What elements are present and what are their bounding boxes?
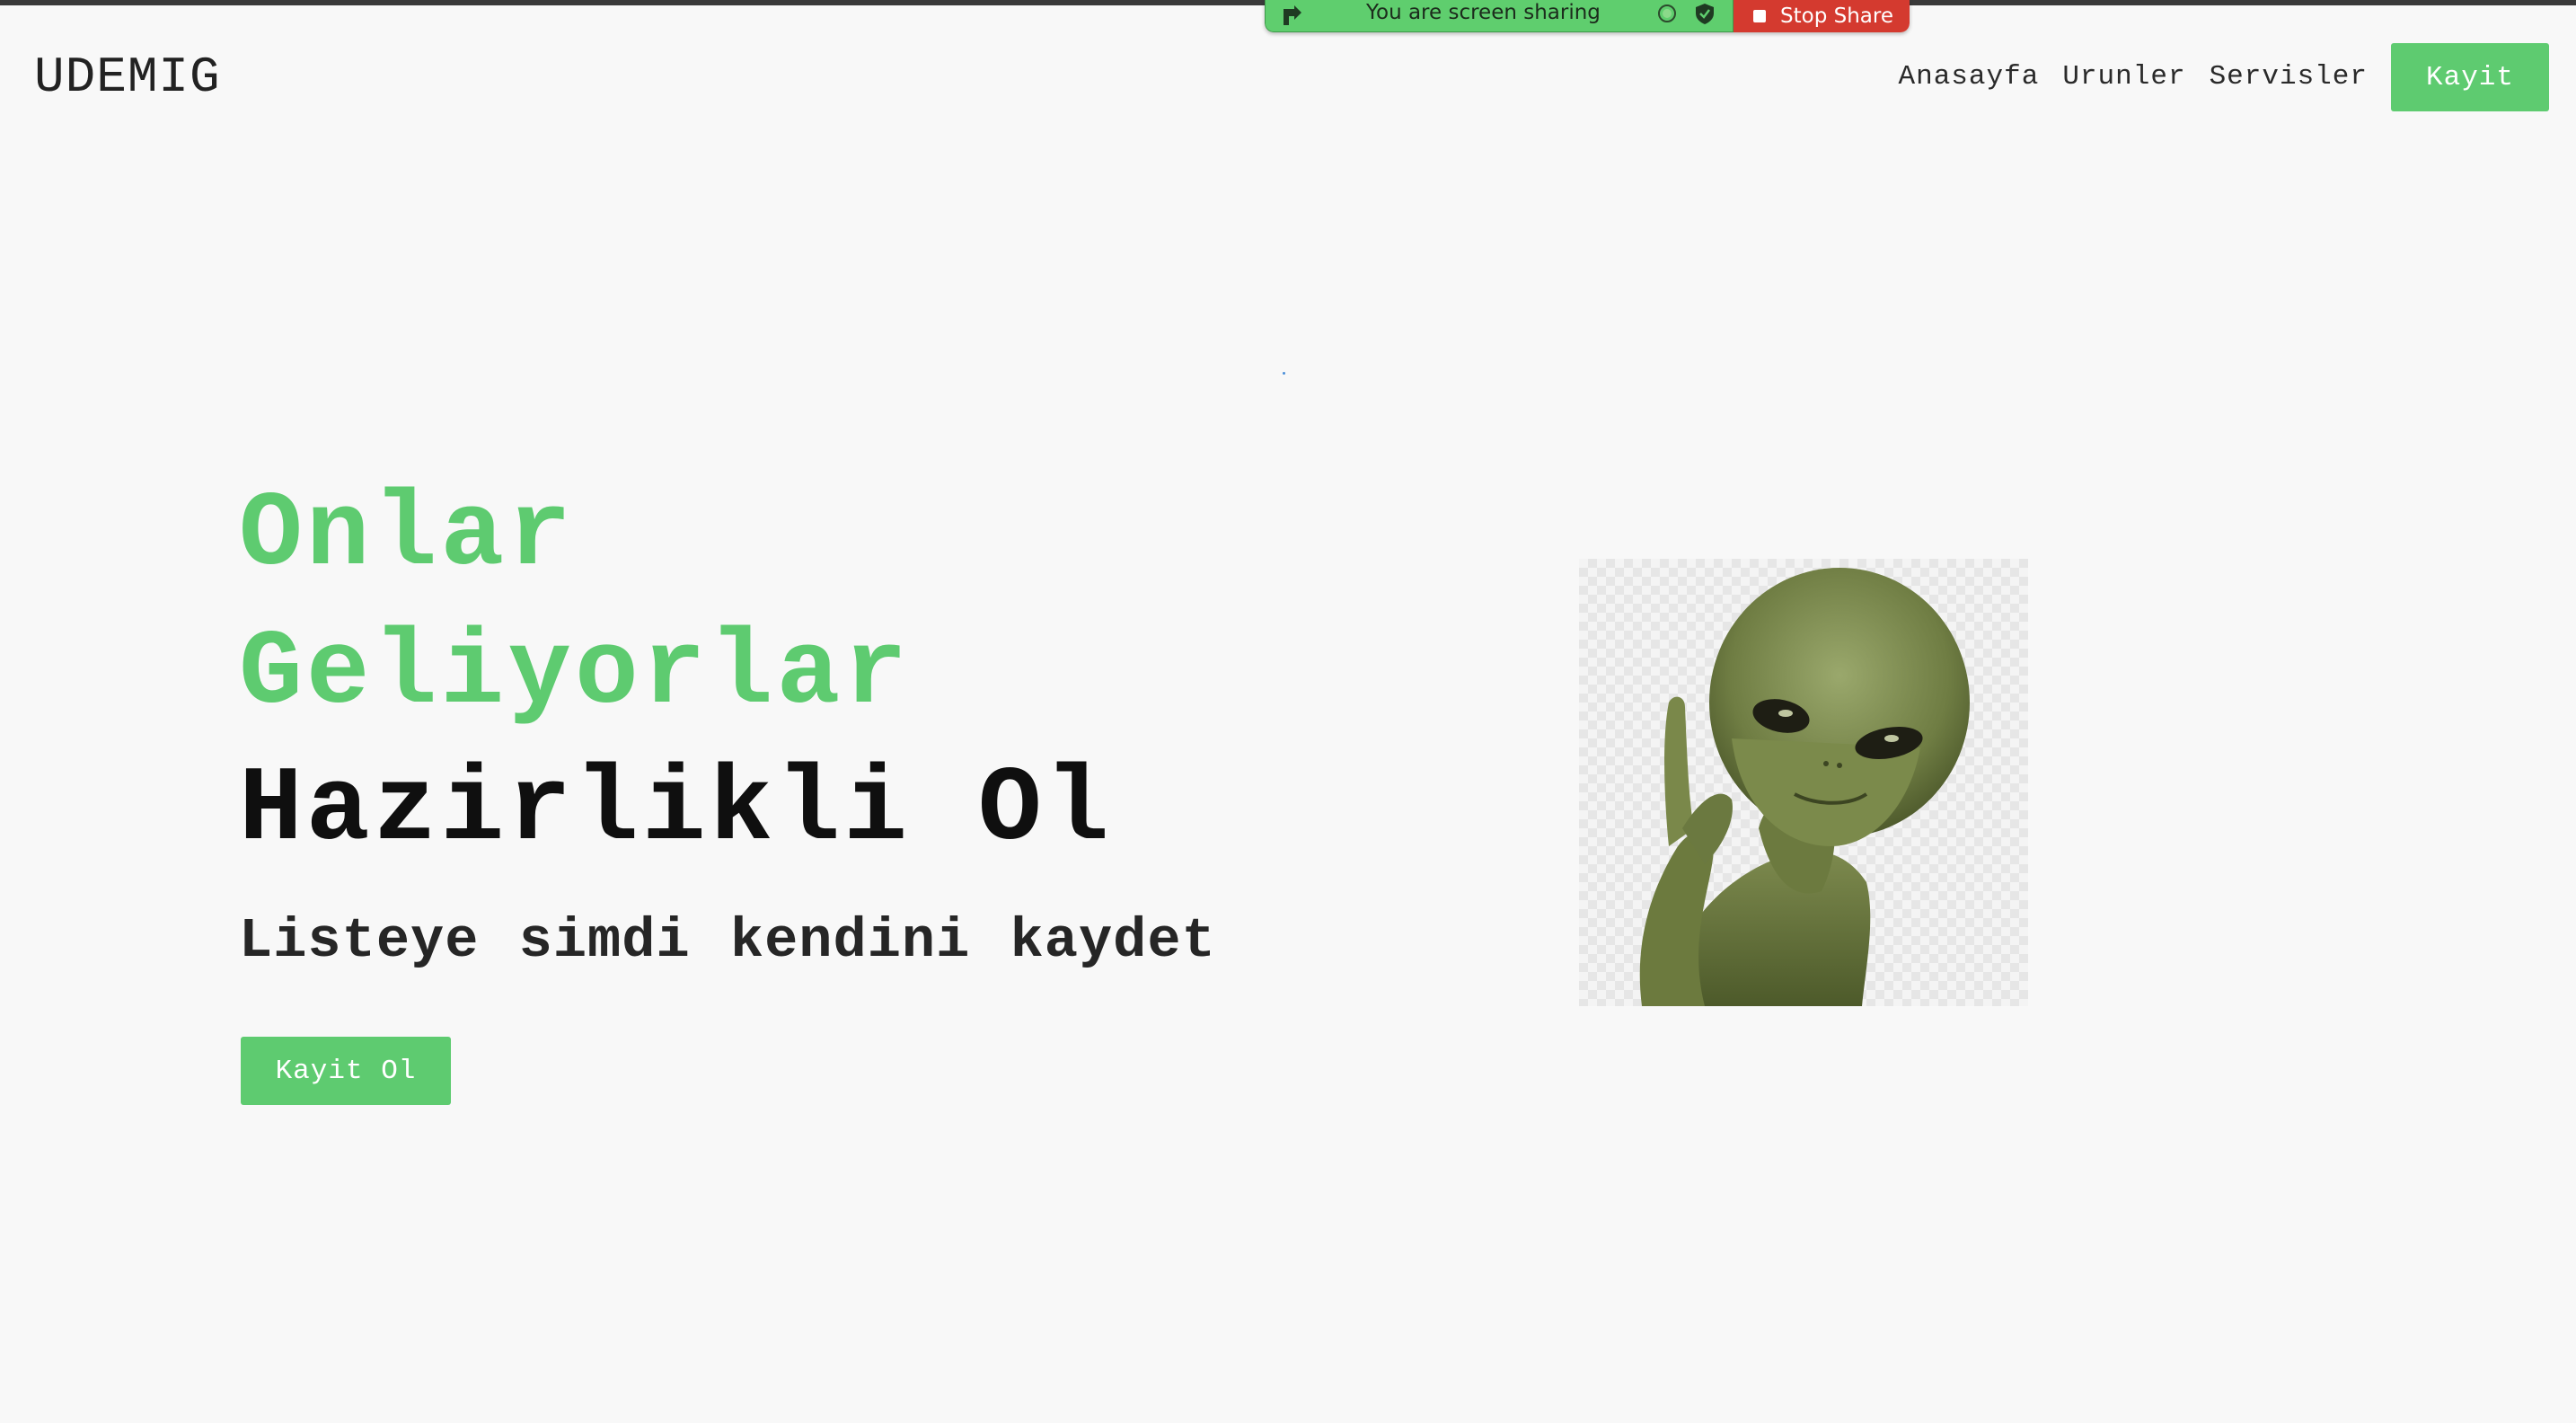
alien-illustration (1639, 568, 1970, 1006)
hero-image (1579, 559, 2028, 1006)
hero-title-line-2: Geliyorlar (239, 614, 912, 734)
site-logo[interactable]: UDEMIG (34, 50, 221, 104)
nav-register-button[interactable]: Kayit (2391, 43, 2549, 111)
nav-link-services[interactable]: Servisler (2210, 43, 2368, 111)
signup-button[interactable]: Kayit Ol (241, 1037, 451, 1105)
hero-title-line-3: Hazirlikli Ol (239, 751, 1113, 871)
nav-link-home[interactable]: Anasayfa (1899, 43, 2040, 111)
nav-link-products[interactable]: Urunler (2062, 43, 2185, 111)
screen-share-bar: You are screen sharing Stop Share (1265, 0, 1910, 32)
hero-title-line-1: Onlar (239, 476, 576, 596)
status-dot-icon[interactable] (1657, 4, 1677, 23)
share-arrow-icon (1284, 5, 1301, 25)
screen-share-status[interactable]: You are screen sharing (1265, 0, 1734, 32)
stop-share-button[interactable]: Stop Share (1734, 0, 1910, 32)
main-nav: Anasayfa Urunler Servisler Kayit (1899, 43, 2549, 111)
stray-dot (1283, 372, 1285, 375)
shield-icon[interactable] (1693, 2, 1716, 25)
hero-subtitle: Listeye simdi kendini kaydet (239, 909, 1216, 973)
stop-share-label: Stop Share (1780, 4, 1893, 28)
stop-square-icon (1753, 10, 1766, 22)
screen-share-text: You are screen sharing (1366, 1, 1601, 24)
